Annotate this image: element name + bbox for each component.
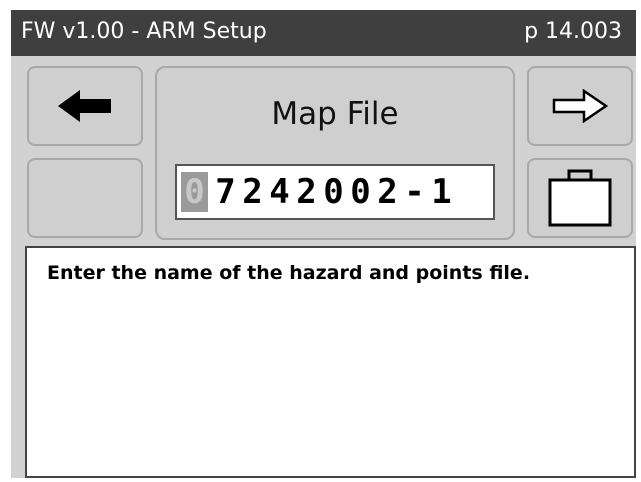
device-screen: FW v1.00 - ARM Setup p 14.003 Map File 0…	[11, 10, 636, 478]
entry-digit-cursor[interactable]: 0	[181, 172, 208, 212]
entry-digit: 0	[323, 172, 344, 212]
title-bar: FW v1.00 - ARM Setup p 14.003	[11, 10, 636, 56]
entry-digit: 1	[431, 172, 452, 212]
save-button[interactable]	[527, 158, 633, 238]
app-title: FW v1.00 - ARM Setup	[21, 19, 267, 44]
briefcase-icon	[548, 169, 612, 227]
entry-digit: 4	[269, 172, 290, 212]
arrow-left-icon	[58, 90, 111, 122]
next-button[interactable]	[527, 66, 633, 146]
map-file-panel: Map File 0 7 2 4 2 0 0 2 - 1	[155, 66, 515, 240]
arrow-right-icon	[552, 89, 609, 123]
map-file-input[interactable]: 0 7 2 4 2 0 0 2 - 1	[175, 164, 495, 220]
page-number: p 14.003	[524, 19, 622, 44]
entry-digit: 2	[242, 172, 263, 212]
entry-digit: 2	[377, 172, 398, 212]
entry-digit: 0	[350, 172, 371, 212]
page-heading: Map File	[271, 96, 399, 132]
back-button[interactable]	[27, 66, 143, 146]
entry-digit: 2	[296, 172, 317, 212]
help-panel: Enter the name of the hazard and points …	[25, 246, 636, 478]
blank-button[interactable]	[27, 158, 143, 238]
help-text: Enter the name of the hazard and points …	[47, 262, 531, 284]
entry-digit: -	[404, 172, 425, 212]
entry-digit: 7	[215, 172, 236, 212]
